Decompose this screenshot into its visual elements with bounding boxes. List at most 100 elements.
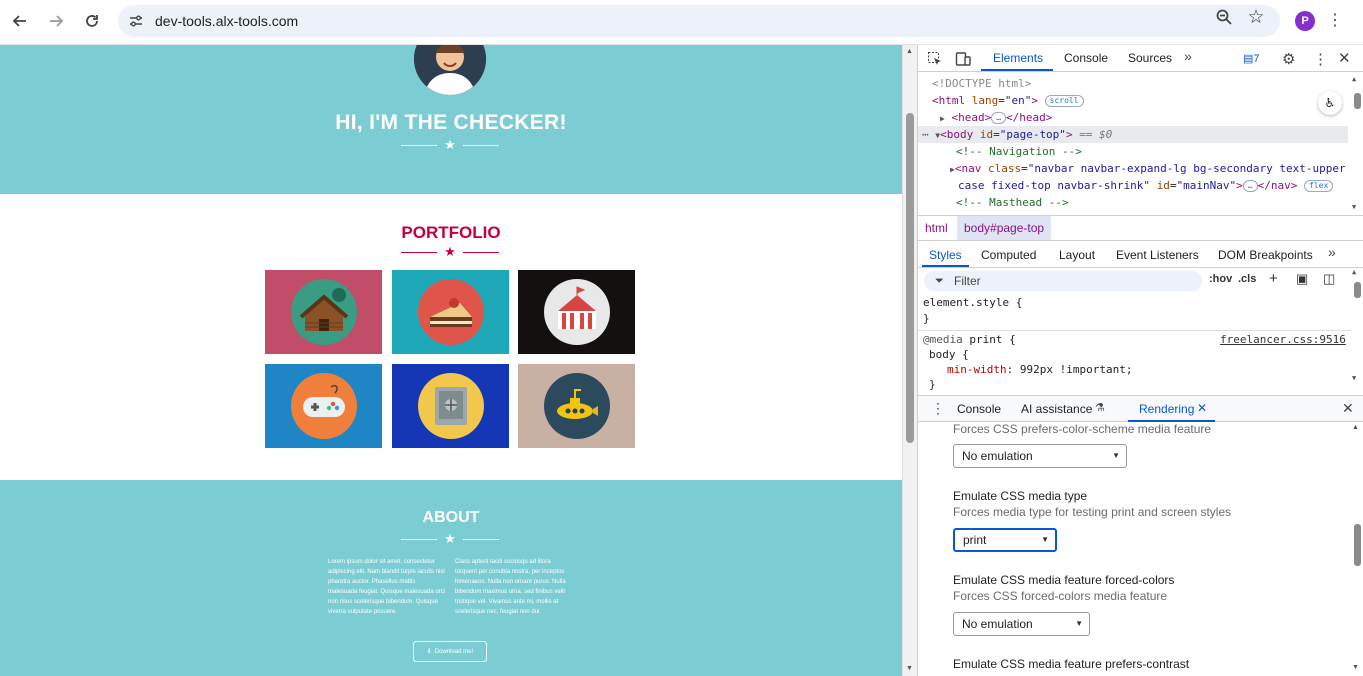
tab-console[interactable]: Console — [1064, 51, 1108, 65]
breadcrumb-body[interactable]: body#page-top — [957, 216, 1052, 240]
back-icon[interactable] — [7, 8, 33, 34]
reload-icon[interactable] — [79, 8, 105, 34]
more-icon[interactable]: ⋯ — [922, 128, 929, 141]
close-tab-icon[interactable]: ✕ — [1197, 401, 1207, 415]
tab-computed[interactable]: Computed — [981, 248, 1036, 262]
settings-gear-icon[interactable]: ⚙ — [1282, 50, 1295, 68]
portfolio-item-cake[interactable] — [392, 270, 509, 354]
more-tabs-icon[interactable]: » — [1184, 48, 1192, 64]
expand-arrow-icon[interactable]: ▶ — [940, 114, 945, 123]
kebab-icon[interactable]: ⋮ — [1325, 10, 1345, 32]
styles-scrollbar[interactable]: ▲ ▼ — [1352, 268, 1362, 384]
device-toolbar-icon[interactable] — [955, 51, 971, 67]
profile-avatar[interactable]: P — [1295, 11, 1315, 31]
download-button[interactable]: ⬇ Download me! — [413, 641, 487, 662]
tab-sources[interactable]: Sources — [1128, 51, 1172, 65]
breadcrumb-html[interactable]: html — [925, 221, 948, 235]
download-icon: ⬇ — [426, 649, 432, 655]
element-style-rule[interactable]: element.style { — [923, 296, 1022, 309]
sidebar-toggle-icon[interactable]: ◫ — [1323, 271, 1335, 287]
media-rule[interactable]: @media print { — [923, 333, 1016, 346]
portfolio-item-game[interactable] — [265, 364, 382, 448]
star-icon[interactable]: ☆ — [1245, 8, 1267, 30]
more-tabs-icon[interactable]: » — [1328, 244, 1336, 260]
portfolio-title: PORTFOLIO — [401, 223, 501, 242]
dom-scroll-thumb[interactable] — [1354, 93, 1361, 109]
dom-line-comment-masthead[interactable]: <!-- Masthead --> — [956, 194, 1069, 211]
scroll-down-icon[interactable]: ▼ — [1352, 664, 1359, 671]
rendering-scrollbar[interactable]: ▲ ▼ — [1352, 424, 1362, 674]
drawer-tab-ai-assistance[interactable]: AI assistance — [1021, 402, 1092, 416]
download-label: Download me! — [434, 648, 474, 655]
address-bar[interactable]: dev-tools.alx-tools.com — [118, 5, 1280, 37]
chevron-down-icon: ▼ — [1112, 451, 1120, 460]
prefers-color-scheme-select[interactable]: No emulation ▼ — [953, 444, 1127, 468]
nav-id-attr: id — [1156, 179, 1170, 192]
dom-line-comment-nav[interactable]: <!-- Navigation --> — [956, 143, 1082, 160]
add-rule-icon[interactable]: + — [1269, 270, 1278, 287]
page-scroll-thumb[interactable] — [906, 113, 914, 443]
portfolio-item-safe[interactable] — [392, 364, 509, 448]
tab-event-listeners[interactable]: Event Listeners — [1116, 248, 1199, 262]
flask-icon: ⚗ — [1095, 402, 1105, 414]
scroll-up-icon[interactable]: ▲ — [906, 48, 913, 55]
accessibility-icon[interactable]: ♿ — [1318, 91, 1342, 115]
scroll-down-icon[interactable]: ▼ — [1352, 374, 1356, 382]
scroll-down-icon[interactable]: ▼ — [1352, 203, 1356, 211]
select-value: print — [963, 533, 987, 547]
body-selector[interactable]: body { — [929, 348, 969, 361]
cls-button[interactable]: .cls — [1238, 273, 1256, 285]
hero-title: HI, I'M THE CHECKER! — [335, 111, 567, 134]
chevron-down-icon: ▼ — [1075, 619, 1083, 628]
scroll-down-icon[interactable]: ▼ — [906, 665, 913, 672]
kebab-icon[interactable]: ⋮ — [1313, 50, 1328, 68]
dom-line-head[interactable]: ▶ <head>… </head> — [940, 109, 1052, 126]
inspect-element-icon[interactable] — [927, 51, 943, 67]
issues-badge[interactable]: ▤7 — [1243, 52, 1260, 65]
url-text[interactable]: dev-tools.alx-tools.com — [155, 13, 298, 29]
paint-brush-icon[interactable]: ▣ — [1296, 271, 1308, 287]
close-devtools-icon[interactable]: ✕ — [1338, 49, 1351, 67]
dom-line-html[interactable]: <html lang="en"> scroll — [932, 92, 1084, 109]
chevron-down-icon: ▼ — [1041, 535, 1049, 544]
rendering-scroll-thumb[interactable] — [1354, 524, 1361, 566]
dom-line-nav-cont[interactable]: case fixed-top navbar-shrink" id="mainNa… — [958, 177, 1334, 194]
tab-elements[interactable]: Elements — [993, 51, 1043, 65]
dom-scrollbar[interactable]: ▲ ▼ — [1352, 75, 1362, 213]
styles-filter-input[interactable]: ⏷ Filter — [924, 271, 1202, 291]
media-type-select[interactable]: print ▼ — [953, 528, 1057, 552]
dom-line-body[interactable]: ⋯ ▼<body id="page-top"> == $0 — [918, 126, 1348, 143]
portfolio-item-cabin[interactable] — [265, 270, 382, 354]
select-value: No emulation — [962, 449, 1033, 463]
tab-layout[interactable]: Layout — [1059, 248, 1095, 262]
hov-button[interactable]: :hov — [1209, 273, 1232, 285]
portfolio-item-submarine[interactable] — [518, 364, 635, 448]
dom-line-doctype[interactable]: <!DOCTYPE html> — [932, 75, 1031, 92]
ellipsis-badge[interactable]: … — [1242, 180, 1258, 192]
drawer-menu-icon[interactable]: ⋮ — [931, 400, 945, 417]
forward-icon[interactable] — [43, 8, 69, 34]
scroll-up-icon[interactable]: ▲ — [1352, 75, 1356, 83]
close-drawer-icon[interactable]: ✕ — [1342, 400, 1354, 417]
scroll-up-icon[interactable]: ▲ — [1352, 424, 1359, 431]
style-source-link[interactable]: freelancer.css:9516 — [1220, 333, 1346, 346]
style-declaration[interactable]: min-width: 992px !important; — [947, 363, 1132, 376]
drawer-tab-rendering[interactable]: Rendering — [1139, 402, 1194, 416]
scroll-up-icon[interactable]: ▲ — [1352, 268, 1356, 276]
avatar-image — [414, 45, 486, 95]
drawer-tab-console[interactable]: Console — [957, 402, 1001, 416]
tab-dom-breakpoints[interactable]: DOM Breakpoints — [1218, 248, 1313, 262]
tab-styles[interactable]: Styles — [929, 248, 962, 262]
ellipsis-badge[interactable]: … — [991, 112, 1007, 124]
site-info-icon[interactable] — [128, 13, 144, 29]
dom-line-nav[interactable]: ▶<nav class="navbar navbar-expand-lg bg-… — [950, 160, 1346, 177]
zoom-icon[interactable] — [1215, 8, 1235, 28]
page-scrollbar[interactable]: ▲ ▼ — [902, 45, 917, 676]
rule-close: } — [923, 312, 930, 325]
flex-badge[interactable]: flex — [1304, 180, 1334, 192]
portfolio-item-circus[interactable] — [518, 270, 635, 354]
styles-tabbar: Styles Computed Layout Event Listeners D… — [918, 242, 1363, 268]
scroll-badge[interactable]: scroll — [1044, 95, 1084, 107]
forced-colors-select[interactable]: No emulation ▼ — [953, 612, 1090, 636]
styles-scroll-thumb[interactable] — [1354, 282, 1361, 298]
